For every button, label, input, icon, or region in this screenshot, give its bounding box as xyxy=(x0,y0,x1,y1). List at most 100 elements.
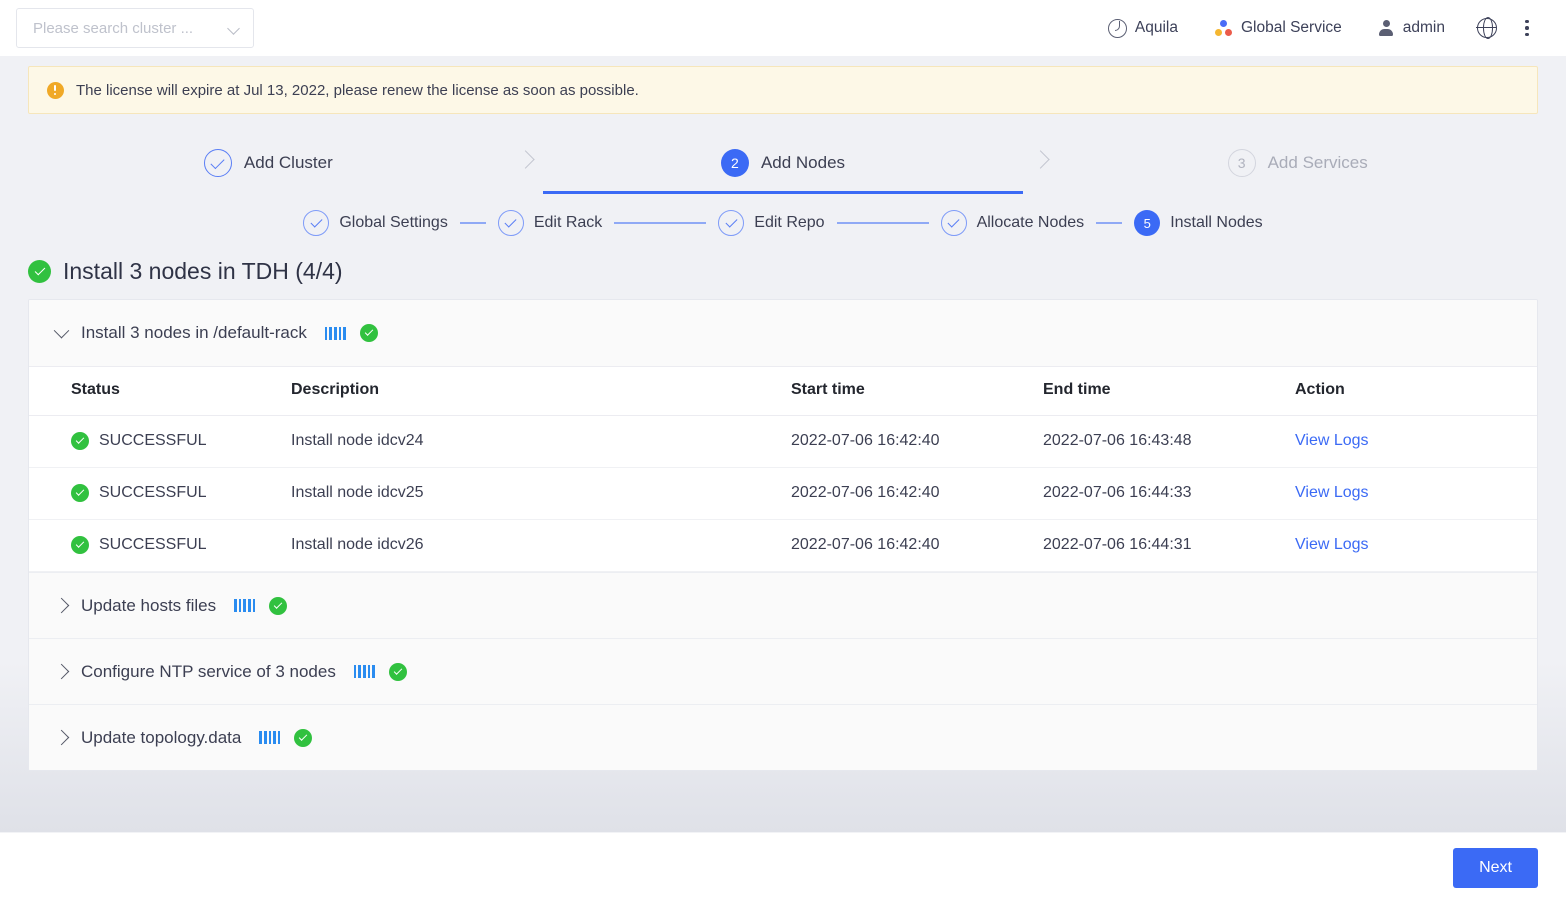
language-button[interactable] xyxy=(1463,17,1511,40)
substep-allocate-nodes-label: Allocate Nodes xyxy=(976,214,1085,231)
cell-status: SUCCESSFUL xyxy=(29,415,291,468)
cell-start-time: 2022-07-06 16:42:40 xyxy=(791,467,1043,520)
header-item-aquila[interactable]: Aquila xyxy=(1090,18,1196,38)
chevron-right-icon[interactable] xyxy=(49,597,73,614)
substep-install-nodes[interactable]: 5 Install Nodes xyxy=(1134,210,1263,236)
step-add-nodes-badge: 2 xyxy=(720,149,749,177)
task-group-install-nodes-title: Install 3 nodes in /default-rack xyxy=(81,323,307,342)
substep-edit-repo[interactable]: Edit Repo xyxy=(718,210,825,236)
page-content: The license will expire at Jul 13, 2022,… xyxy=(0,56,1566,832)
step-add-nodes-label: Add Nodes xyxy=(760,153,846,172)
cell-description: Install node idcv24 xyxy=(291,415,791,468)
wizard-footer: Next xyxy=(0,832,1566,902)
table-row: SUCCESSFUL Install node idcv25 2022-07-0… xyxy=(29,467,1537,520)
view-logs-link[interactable]: View Logs xyxy=(1295,536,1369,553)
chevron-right-icon xyxy=(516,149,535,169)
sub-connector-3 xyxy=(836,222,929,224)
progress-bars-icon xyxy=(324,326,346,340)
header-item-admin[interactable]: admin xyxy=(1360,19,1463,37)
success-check-icon xyxy=(71,432,89,450)
status-badge: SUCCESSFUL xyxy=(99,432,207,449)
column-header-status: Status xyxy=(29,366,291,416)
globe-icon xyxy=(1476,17,1497,40)
task-group-install-nodes-header[interactable]: Install 3 nodes in /default-rack xyxy=(29,300,1537,366)
substep-global-settings-badge xyxy=(303,210,330,236)
cluster-search-placeholder: Please search cluster ... xyxy=(33,19,194,37)
column-header-action: Action xyxy=(1295,366,1537,416)
cell-action: View Logs xyxy=(1295,519,1537,572)
step-add-cluster-badge xyxy=(203,149,232,177)
cell-description: Install node idcv26 xyxy=(291,519,791,572)
substep-edit-rack[interactable]: Edit Rack xyxy=(497,210,603,236)
cell-description: Install node idcv25 xyxy=(291,467,791,520)
cell-start-time: 2022-07-06 16:42:40 xyxy=(791,415,1043,468)
column-header-start-time: Start time xyxy=(791,366,1043,416)
license-warning-text: The license will expire at Jul 13, 2022,… xyxy=(76,81,639,99)
cell-action: View Logs xyxy=(1295,467,1537,520)
chevron-right-icon xyxy=(1031,149,1050,169)
status-badge: SUCCESSFUL xyxy=(99,536,207,553)
substep-install-nodes-badge: 5 xyxy=(1134,210,1161,236)
success-check-icon xyxy=(269,596,288,615)
cell-end-time: 2022-07-06 16:44:31 xyxy=(1043,519,1295,572)
app-window: Please search cluster ... Aquila Global … xyxy=(0,0,1566,902)
task-table: Status Description Start time End time A… xyxy=(29,366,1537,572)
task-group-update-topology-header[interactable]: Update topology.data xyxy=(29,704,1537,770)
step-separator-1 xyxy=(509,132,543,194)
page-title: Install 3 nodes in TDH (4/4) xyxy=(63,258,343,284)
step-add-cluster[interactable]: Add Cluster xyxy=(28,132,509,194)
step-add-services-label: Add Services xyxy=(1267,153,1368,172)
substep-allocate-nodes[interactable]: Allocate Nodes xyxy=(940,210,1085,236)
cell-end-time: 2022-07-06 16:44:33 xyxy=(1043,467,1295,520)
view-logs-link[interactable]: View Logs xyxy=(1295,432,1369,449)
column-header-description: Description xyxy=(291,366,791,416)
cell-action: View Logs xyxy=(1295,415,1537,468)
task-group-update-hosts-files-title: Update hosts files xyxy=(81,595,217,615)
top-header-bar: Please search cluster ... Aquila Global … xyxy=(0,0,1566,56)
success-check-icon xyxy=(71,536,89,554)
chevron-right-icon[interactable] xyxy=(49,663,73,680)
step-add-nodes[interactable]: 2 Add Nodes xyxy=(542,132,1024,194)
step-add-cluster-label: Add Cluster xyxy=(243,153,333,172)
chevron-down-icon[interactable] xyxy=(49,322,73,339)
header-item-global-service[interactable]: Global Service xyxy=(1196,19,1360,38)
sub-connector-4 xyxy=(1096,222,1123,224)
substep-edit-repo-label: Edit Repo xyxy=(754,214,825,231)
step-separator-2 xyxy=(1023,132,1057,194)
aquila-icon xyxy=(1107,18,1127,38)
task-panel: Install 3 nodes in /default-rack Status … xyxy=(28,299,1538,771)
substep-global-settings[interactable]: Global Settings xyxy=(303,210,448,236)
success-check-icon xyxy=(294,728,313,747)
step-add-services[interactable]: 3 Add Services xyxy=(1057,132,1538,194)
substep-edit-rack-label: Edit Rack xyxy=(533,214,603,231)
header-item-admin-label: admin xyxy=(1402,19,1445,36)
task-group-configure-ntp-title: Configure NTP service of 3 nodes xyxy=(81,661,336,681)
section-title-row: Install 3 nodes in TDH (4/4) xyxy=(28,258,1566,285)
header-item-global-service-label: Global Service xyxy=(1240,19,1342,36)
success-check-icon xyxy=(359,324,378,342)
progress-bars-icon xyxy=(353,665,375,678)
cluster-search-select[interactable]: Please search cluster ... xyxy=(16,8,254,48)
table-row: SUCCESSFUL Install node idcv26 2022-07-0… xyxy=(29,519,1537,572)
task-group-configure-ntp-header[interactable]: Configure NTP service of 3 nodes xyxy=(29,638,1537,704)
header-item-aquila-label: Aquila xyxy=(1134,19,1178,36)
substep-install-nodes-label: Install Nodes xyxy=(1170,214,1263,231)
substep-global-settings-label: Global Settings xyxy=(339,214,448,231)
sub-connector-1 xyxy=(459,222,486,224)
cell-status: SUCCESSFUL xyxy=(29,467,291,520)
success-check-icon xyxy=(388,662,407,681)
substep-edit-repo-badge xyxy=(718,210,745,236)
task-group-update-hosts-files-header[interactable]: Update hosts files xyxy=(29,572,1537,638)
more-menu-button[interactable] xyxy=(1511,19,1544,38)
next-button[interactable]: Next xyxy=(1453,847,1538,888)
status-badge: SUCCESSFUL xyxy=(99,484,207,501)
cell-end-time: 2022-07-06 16:43:48 xyxy=(1043,415,1295,468)
chevron-right-icon[interactable] xyxy=(49,729,73,746)
substep-allocate-nodes-badge xyxy=(940,210,967,236)
global-service-icon xyxy=(1214,19,1233,38)
kebab-menu-icon xyxy=(1525,19,1530,38)
column-header-end-time: End time xyxy=(1043,366,1295,416)
chevron-down-icon xyxy=(228,24,241,32)
table-row: SUCCESSFUL Install node idcv24 2022-07-0… xyxy=(29,415,1537,468)
view-logs-link[interactable]: View Logs xyxy=(1295,484,1369,501)
